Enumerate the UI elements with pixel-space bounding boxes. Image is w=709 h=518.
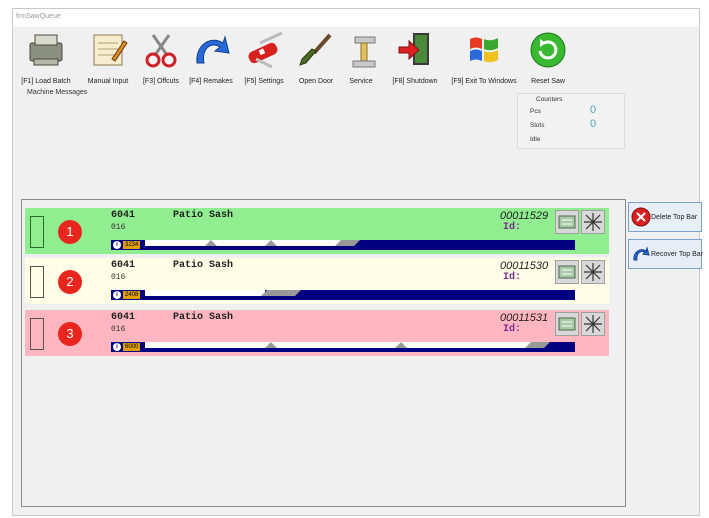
slots-label: Slots [530, 122, 545, 129]
delete-icon [631, 207, 651, 227]
bar-length: 3234 [123, 241, 141, 249]
notepad-icon [93, 34, 128, 66]
cut-button[interactable] [581, 210, 605, 234]
brush-icon [299, 33, 332, 66]
row-number-badge: 3 [58, 322, 82, 346]
settings-button[interactable]: [F5] Settings [239, 27, 289, 87]
service-label: Service [349, 78, 373, 85]
reset-saw-button[interactable]: Reset Saw [525, 27, 571, 87]
shutdown-label: [F8] Shutdown [392, 78, 438, 85]
id-label: Id: [503, 222, 522, 233]
offcuts-label: [F3] Offcuts [142, 78, 180, 85]
delete-top-bar-button[interactable]: Delete Top Bar [628, 202, 702, 232]
profile-code: 6041 [111, 210, 136, 221]
exit-door-icon [398, 33, 429, 65]
scissors-icon [145, 34, 177, 68]
info-icon: i [113, 291, 121, 299]
recover-top-bar-label: Recover Top Bar [651, 251, 704, 258]
open-door-label: Open Door [298, 78, 334, 85]
profile-sub: 016 [111, 325, 126, 334]
order-number: 00011530 [500, 260, 549, 272]
machine-messages-label: Machine Messages [27, 89, 88, 96]
order-number: 00011529 [500, 210, 549, 222]
shutdown-button[interactable]: [F8] Shutdown [387, 27, 443, 87]
printer-icon [29, 34, 63, 66]
bar-cut-diagram: i 6000 [111, 342, 575, 352]
swiss-knife-icon [248, 31, 283, 69]
remakes-button[interactable]: [F4] Remakes [185, 27, 237, 87]
queue-row[interactable]: 3 6041 016 Patio Sash 00011531 Id: i 600… [25, 310, 609, 356]
recover-top-bar-button[interactable]: Recover Top Bar [628, 239, 704, 269]
profile-code: 6041 [111, 312, 136, 323]
starburst-icon [584, 213, 602, 231]
saw-queue-window: frmSawQueue [F1] Load Batch Manual Input [12, 8, 704, 516]
bar-cut-diagram: i 3234 [111, 240, 575, 250]
manual-input-button[interactable]: Manual Input [79, 27, 137, 87]
cut-segments [145, 342, 550, 348]
row-number-badge: 2 [58, 270, 82, 294]
info-icon: i [113, 343, 121, 351]
profile-description: Patio Sash [173, 260, 234, 271]
profile-description: Patio Sash [173, 210, 234, 221]
recover-arrow-icon [633, 246, 650, 261]
manual-input-label: Manual Input [87, 78, 129, 85]
counters-panel: Counters Pcs 0 Slots 0 Idle [517, 93, 625, 149]
bar-queue-list: 1 6041 016 Patio Sash 00011529 Id: i 323… [21, 199, 626, 507]
print-label-button[interactable] [555, 210, 579, 234]
queue-row[interactable]: 2 6041 016 Patio Sash 00011530 Id: i 240… [25, 258, 609, 304]
cut-button[interactable] [581, 260, 605, 284]
window-title: frmSawQueue [13, 9, 699, 27]
pcs-label: Pcs [530, 108, 541, 115]
idle-label: Idle [530, 136, 541, 143]
profile-description: Patio Sash [173, 312, 234, 323]
label-printer-icon [558, 215, 576, 229]
redo-arrow-icon [196, 35, 230, 64]
bar-cut-diagram: i 2408 [111, 290, 575, 300]
toolbar: [F1] Load Batch Manual Input [F3] Offcut… [13, 27, 699, 87]
service-button[interactable]: Service [341, 27, 381, 87]
slot-indicator [30, 216, 44, 248]
print-label-button[interactable] [555, 260, 579, 284]
slot-indicator [30, 318, 44, 350]
exit-to-windows-label: [F9] Exit To Windows [451, 78, 517, 85]
cut-segments [145, 290, 301, 296]
reset-saw-label: Reset Saw [531, 78, 565, 85]
slot-indicator [30, 266, 44, 298]
exit-to-windows-button[interactable]: [F9] Exit To Windows [445, 27, 523, 87]
id-label: Id: [503, 272, 522, 283]
machine-messages-area [21, 99, 511, 155]
queue-row[interactable]: 1 6041 016 Patio Sash 00011529 Id: i 323… [25, 208, 609, 254]
cut-button[interactable] [581, 312, 605, 336]
bar-length: 2408 [123, 291, 141, 299]
offcuts-button[interactable]: [F3] Offcuts [139, 27, 183, 87]
order-number: 00011531 [500, 312, 549, 324]
info-icon: i [113, 241, 121, 249]
windows-logo-icon [470, 37, 498, 63]
slots-value: 0 [590, 118, 597, 130]
profile-sub: 016 [111, 273, 126, 282]
load-batch-button[interactable]: [F1] Load Batch [15, 27, 77, 87]
bar-length: 6000 [123, 343, 141, 351]
print-label-button[interactable] [555, 312, 579, 336]
refresh-icon [530, 32, 566, 68]
label-printer-icon [558, 265, 576, 279]
wrench-icon [352, 36, 376, 68]
id-label: Id: [503, 324, 522, 335]
starburst-icon [584, 263, 602, 281]
remakes-label: [F4] Remakes [189, 78, 233, 85]
label-printer-icon [558, 317, 576, 331]
pcs-value: 0 [590, 104, 597, 116]
row-number-badge: 1 [58, 220, 82, 244]
delete-top-bar-label: Delete Top Bar [651, 214, 698, 221]
counters-title: Counters [536, 96, 563, 103]
settings-label: [F5] Settings [244, 78, 284, 85]
load-batch-label: [F1] Load Batch [21, 78, 71, 85]
profile-sub: 016 [111, 223, 126, 232]
profile-code: 6041 [111, 260, 136, 271]
open-door-button[interactable]: Open Door [293, 27, 339, 87]
cut-segments [145, 240, 360, 246]
starburst-icon [584, 315, 602, 333]
